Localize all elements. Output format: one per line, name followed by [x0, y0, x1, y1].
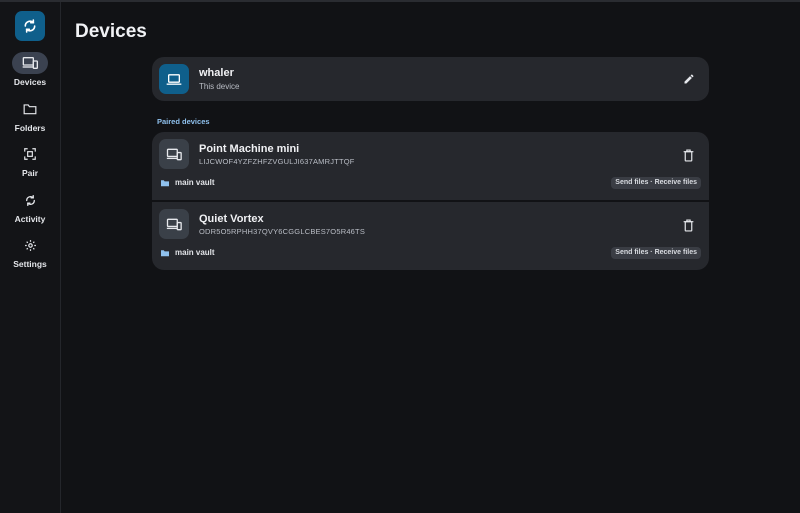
folder-icon — [23, 104, 37, 115]
nav-label-activity: Activity — [14, 214, 46, 224]
nav-pill — [12, 143, 48, 165]
paired-device-card: Quiet Vortex ODR5O5RPHH37QVY6CGGLCBES7O5… — [152, 202, 709, 270]
nav-item-activity[interactable]: Activity — [0, 189, 60, 224]
navigation-rail: Devices Folders Pair Activity Settings — [0, 2, 61, 513]
shared-folder-row[interactable]: main vault — [160, 248, 215, 257]
transfer-mode-chip[interactable]: Send files · Receive files — [611, 177, 701, 189]
trash-icon — [683, 148, 693, 162]
remove-device-button[interactable] — [681, 217, 695, 233]
sync-icon — [25, 194, 35, 206]
paired-device-id: ODR5O5RPHH37QVY6CGGLCBES7O5R46TS — [199, 227, 366, 236]
folder-icon — [161, 179, 169, 186]
shared-folder-row[interactable]: main vault — [160, 178, 215, 187]
paired-device-id: LIJCWOF4YZFZHFZVGULJI637AMRJTTQF — [199, 157, 355, 166]
qr-scan-icon — [24, 148, 36, 160]
gear-icon — [24, 239, 36, 251]
nav-pill — [12, 189, 48, 211]
shared-folder-name: main vault — [175, 248, 215, 257]
laptop-icon — [166, 73, 182, 85]
paired-device-avatar — [159, 209, 189, 239]
page-title: Devices — [75, 21, 147, 42]
app-logo[interactable] — [15, 11, 45, 41]
this-device-name: whaler — [199, 67, 234, 79]
nav-item-settings[interactable]: Settings — [0, 234, 60, 269]
devices-icon — [22, 57, 38, 69]
paired-device-avatar — [159, 139, 189, 169]
nav-pill — [12, 234, 48, 256]
nav-pill — [12, 98, 48, 120]
remove-device-button[interactable] — [681, 147, 695, 163]
shared-folder-name: main vault — [175, 178, 215, 187]
nav-label-pair: Pair — [21, 168, 39, 178]
window-top-border — [0, 0, 800, 2]
paired-device-name: Quiet Vortex — [199, 213, 264, 225]
paired-devices-heading: Paired devices — [157, 117, 210, 126]
paired-device-card: Point Machine mini LIJCWOF4YZFZHFZVGULJI… — [152, 132, 709, 200]
trash-icon — [683, 218, 693, 232]
this-device-subtitle: This device — [199, 82, 240, 91]
this-device-card: whaler This device — [152, 57, 709, 101]
folder-icon — [161, 249, 169, 256]
nav-pill — [12, 52, 48, 74]
nav-item-pair[interactable]: Pair — [0, 143, 60, 178]
nav-label-devices: Devices — [13, 77, 47, 87]
nav-item-folders[interactable]: Folders — [0, 98, 60, 133]
paired-device-name: Point Machine mini — [199, 143, 300, 155]
nav-label-settings: Settings — [13, 259, 47, 269]
transfer-mode-chip[interactable]: Send files · Receive files — [611, 247, 701, 259]
this-device-avatar — [159, 64, 189, 94]
nav-label-folders: Folders — [14, 123, 46, 133]
edit-device-name-button[interactable] — [681, 71, 697, 87]
devices-icon — [166, 218, 182, 230]
devices-icon — [166, 148, 182, 160]
pencil-icon — [684, 74, 694, 84]
nav-item-devices[interactable]: Devices — [0, 52, 60, 87]
sync-icon — [24, 19, 36, 33]
